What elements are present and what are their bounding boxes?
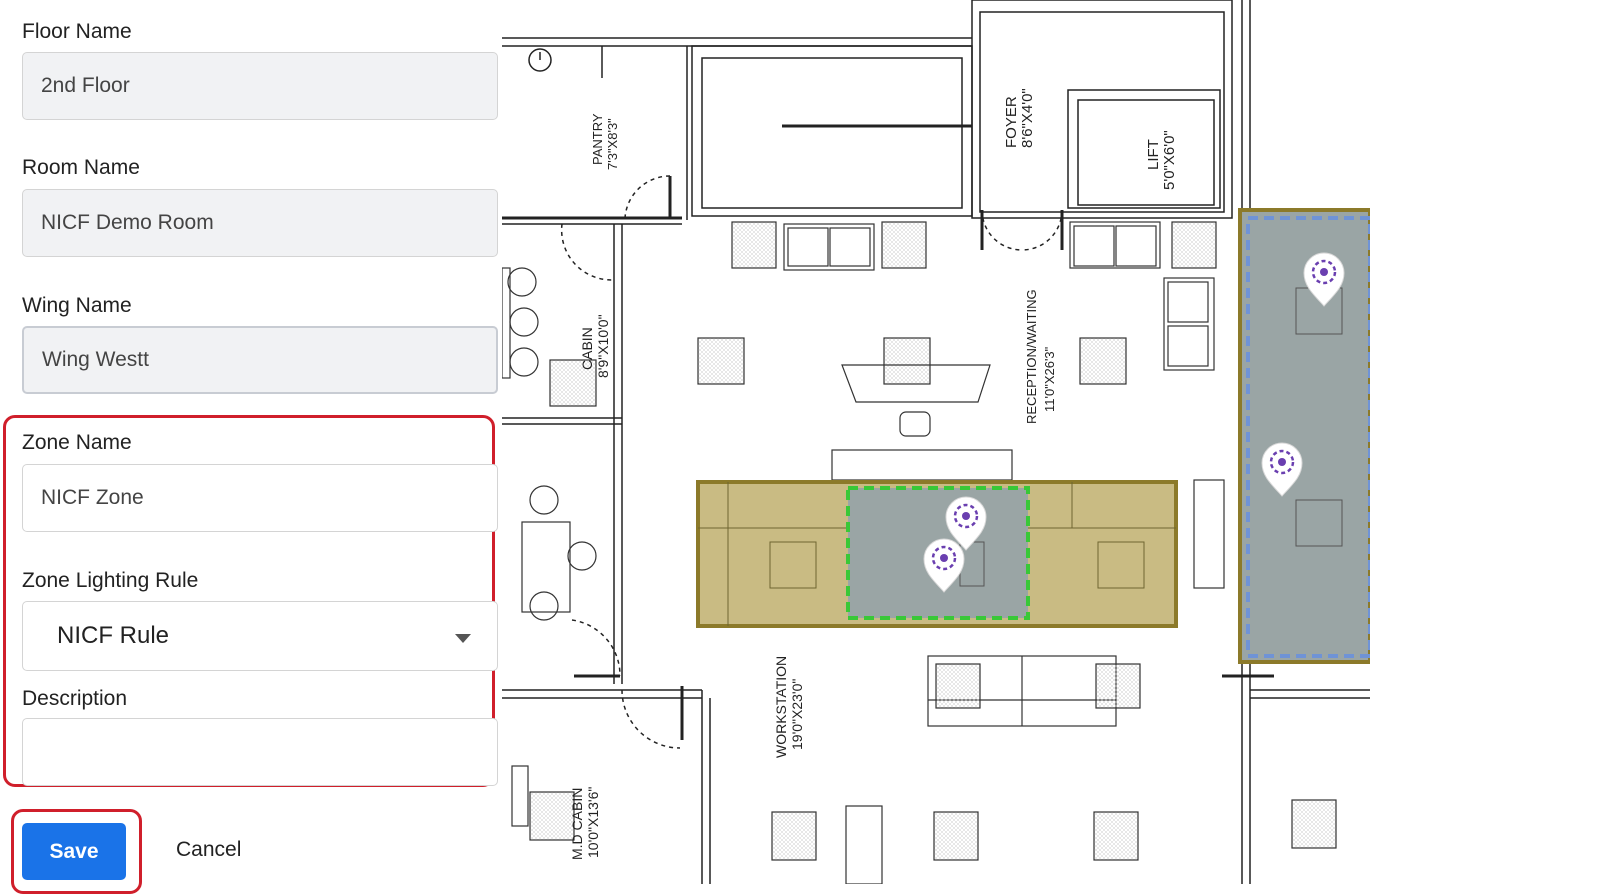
md-cabin-dim: 10'0"X13'6": [585, 787, 601, 858]
room-name-label: Room Name: [22, 156, 140, 179]
zone-name-input[interactable]: NICF Zone: [22, 464, 498, 532]
zone-lighting-rule-label: Zone Lighting Rule: [22, 569, 199, 592]
description-label: Description: [22, 687, 128, 710]
zone-name-label: Zone Name: [22, 431, 132, 454]
reception-label: RECEPTION/WAITING: [1024, 289, 1039, 424]
floor-plan[interactable]: PANTRY 7'3"X8'3" FOYER 8'6"X4'0" LIFT 5'…: [502, 0, 1370, 884]
cabin-label: CABIN: [579, 327, 595, 370]
workstation-label: WORKSTATION: [773, 656, 789, 758]
wing-name-field[interactable]: Wing Westt: [22, 326, 498, 394]
floor-name-field[interactable]: 2nd Floor: [22, 52, 498, 120]
foyer-label: FOYER: [1003, 96, 1020, 148]
md-cabin-label: M.D CABIN: [569, 788, 585, 860]
lift-label: LIFT: [1145, 139, 1162, 170]
description-textarea[interactable]: [22, 718, 498, 786]
zone-lighting-rule-select[interactable]: NICF Rule: [22, 601, 498, 671]
cancel-button[interactable]: Cancel: [176, 838, 241, 862]
chevron-down-icon: [455, 634, 471, 643]
cabin-dim: 8'9"X10'0": [595, 314, 611, 378]
zone-form: Floor Name 2nd Floor Room Name NICF Demo…: [0, 0, 500, 896]
wing-name-label: Wing Name: [22, 294, 132, 317]
room-labels: PANTRY 7'3"X8'3" FOYER 8'6"X4'0" LIFT 5'…: [569, 88, 1178, 860]
pantry-dim: 7'3"X8'3": [605, 118, 620, 170]
save-button[interactable]: Save: [22, 823, 126, 880]
workstation-dim: 19'0"X23'0": [789, 679, 805, 750]
floor-name-label: Floor Name: [22, 20, 132, 43]
reception-dim: 11'0"X26'3": [1042, 346, 1057, 412]
lift-dim: 5'0"X6'0": [1161, 130, 1178, 190]
room-name-field[interactable]: NICF Demo Room: [22, 189, 498, 257]
foyer-dim: 8'6"X4'0": [1019, 88, 1036, 148]
zone-lighting-rule-value: NICF Rule: [57, 622, 170, 649]
zone-overlays[interactable]: [696, 208, 1370, 664]
pantry-label: PANTRY: [590, 113, 605, 165]
